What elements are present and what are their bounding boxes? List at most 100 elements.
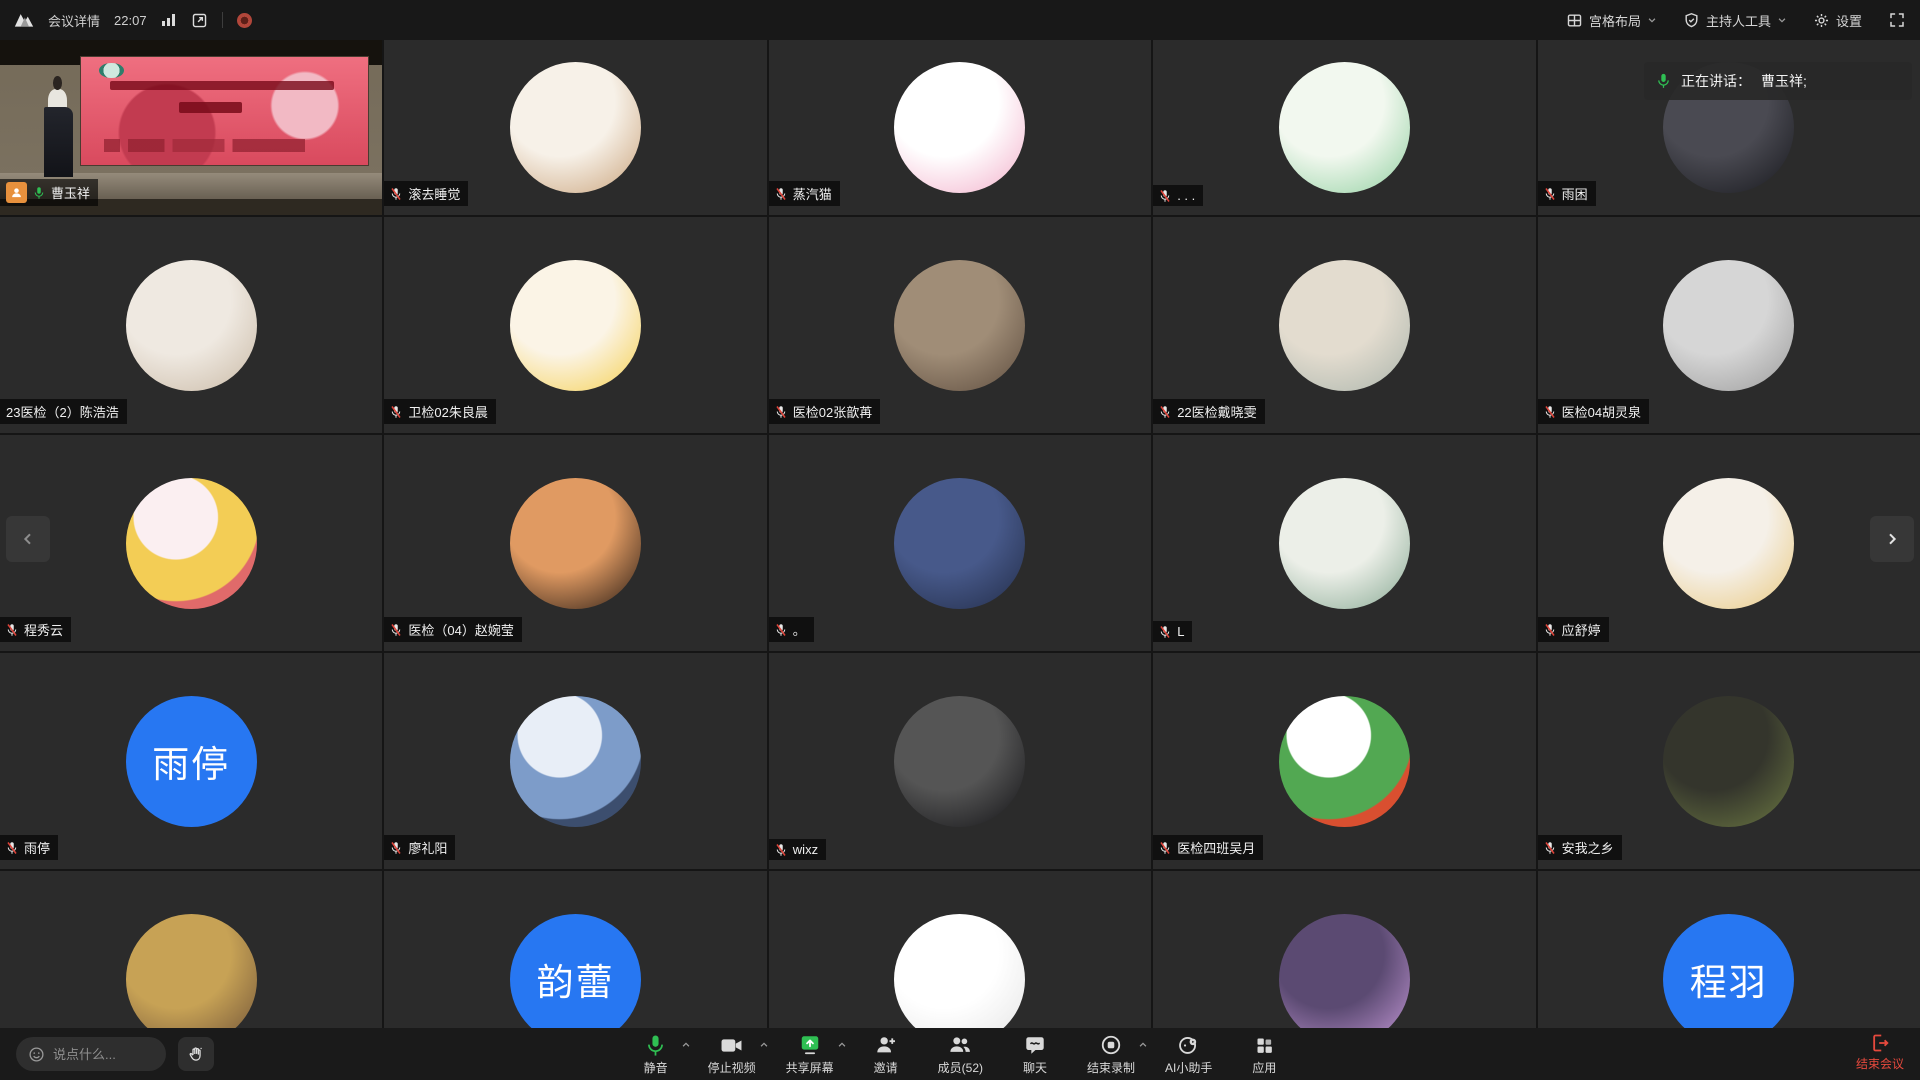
participant-name-tag: 滚去睡觉 xyxy=(384,181,468,206)
chat-icon xyxy=(1024,1034,1046,1056)
participant-tile[interactable]: 。 xyxy=(769,435,1151,651)
toolbar-iconwrap xyxy=(948,1033,972,1057)
gear-icon xyxy=(1813,12,1830,29)
participant-tile[interactable]: 曹玉祥 xyxy=(0,40,382,215)
toolbar-label: 停止视频 xyxy=(708,1059,756,1076)
participant-tile[interactable]: wixz xyxy=(769,653,1151,869)
recording-indicator xyxy=(237,13,252,28)
participant-name: 应舒婷 xyxy=(1562,620,1601,639)
toolbar-ai-assistant-button[interactable]: AI小助手 xyxy=(1165,1033,1212,1076)
chevron-up-icon[interactable] xyxy=(681,1040,691,1050)
quick-chat-input[interactable] xyxy=(53,1047,149,1062)
participant-name: . . . xyxy=(1177,188,1195,203)
chevron-up-icon[interactable] xyxy=(837,1040,847,1050)
toolbar-actions: 静音停止视频 共享屏幕邀请 成员(52) 聊天结束录制 AI小助手应用 xyxy=(634,1028,1287,1080)
participant-tile[interactable]: 雨停雨停 xyxy=(0,653,382,869)
camera-icon xyxy=(720,1036,743,1055)
meeting-details-link[interactable]: 会议详情 xyxy=(48,11,100,30)
participant-avatar xyxy=(1663,696,1794,827)
participant-avatar xyxy=(894,62,1025,193)
toolbar-share-screen-button[interactable]: 共享屏幕 xyxy=(786,1033,834,1076)
school-logo xyxy=(99,63,125,78)
fullscreen-icon[interactable] xyxy=(1888,11,1906,29)
participant-avatar xyxy=(1279,696,1410,827)
participant-name-tag: 医检（04）赵婉莹 xyxy=(384,617,521,642)
mic-muted-icon xyxy=(775,843,787,857)
toolbar-mute-button[interactable]: 静音 xyxy=(634,1033,678,1076)
mic-muted-icon xyxy=(6,841,18,855)
mic-muted-icon xyxy=(775,405,787,419)
mic-muted-icon xyxy=(1159,841,1171,855)
participant-avatar xyxy=(1279,914,1410,1045)
toolbar-stop-video-button[interactable]: 停止视频 xyxy=(708,1033,756,1076)
participant-name: 滚去睡觉 xyxy=(408,184,460,203)
chevron-up-icon[interactable] xyxy=(1138,1040,1148,1050)
invite-icon xyxy=(875,1034,897,1056)
emoji-icon[interactable] xyxy=(28,1046,45,1063)
participant-tile[interactable]: 22医检戴晓雯 xyxy=(1153,217,1535,433)
toolbar-label: 结束录制 xyxy=(1087,1059,1135,1076)
participant-tile[interactable]: 医检（04）赵婉莹 xyxy=(384,435,766,651)
settings-menu[interactable]: 设置 xyxy=(1813,11,1862,30)
participant-tile[interactable]: 滚去睡觉 xyxy=(384,40,766,215)
mic-muted-icon xyxy=(1544,405,1556,419)
participant-name: 医检02张歆苒 xyxy=(793,402,872,421)
toolbar-iconwrap xyxy=(1254,1033,1275,1057)
mic-muted-icon xyxy=(1159,405,1171,419)
toolbar-apps-button[interactable]: 应用 xyxy=(1242,1033,1286,1076)
mic-muted-icon xyxy=(775,187,787,201)
toolbar-chat-button[interactable]: 聊天 xyxy=(1013,1033,1057,1076)
end-meeting-button[interactable]: 结束会议 xyxy=(1856,1033,1904,1072)
settings-label: 设置 xyxy=(1836,11,1862,30)
raise-hand-icon xyxy=(187,1045,205,1063)
participant-avatar xyxy=(1663,478,1794,609)
toolbar-label: 邀请 xyxy=(874,1059,898,1076)
participant-avatar xyxy=(126,260,257,391)
participant-name-tag: 医检四班吴月 xyxy=(1153,835,1263,860)
bottom-toolbar: 静音停止视频 共享屏幕邀请 成员(52) 聊天结束录制 AI小助手应用 结束会议 xyxy=(0,1028,1920,1080)
participant-grid: 曹玉祥滚去睡觉 蒸汽猫 . . . 雨困 23医检（2）陈浩浩 卫检02朱良晨 医检02张歆… xyxy=(0,40,1920,1080)
participant-tile[interactable]: 医检02张歆苒 xyxy=(769,217,1151,433)
participant-tile[interactable]: 医检04胡灵泉 xyxy=(1538,217,1920,433)
participant-tile[interactable]: 卫检02朱良晨 xyxy=(384,217,766,433)
mic-muted-icon xyxy=(1544,623,1556,637)
participant-tile[interactable]: 廖礼阳 xyxy=(384,653,766,869)
quick-chat-box[interactable] xyxy=(16,1037,166,1071)
raise-hand-button[interactable] xyxy=(178,1037,214,1071)
participant-tile[interactable]: 应舒婷 xyxy=(1538,435,1920,651)
participant-name-tag: 安我之乡 xyxy=(1538,835,1622,860)
participant-name-tag: 雨困 xyxy=(1538,181,1596,206)
previous-page-button[interactable] xyxy=(6,516,50,562)
signal-strength-icon xyxy=(161,13,177,27)
participant-tile[interactable]: 23医检（2）陈浩浩 xyxy=(0,217,382,433)
participant-tile[interactable]: 程秀云 xyxy=(0,435,382,651)
participant-name: 22医检戴晓雯 xyxy=(1177,402,1256,421)
participant-name: 廖礼阳 xyxy=(408,838,447,857)
popout-window-icon[interactable] xyxy=(191,12,208,29)
layout-menu[interactable]: 宫格布局 xyxy=(1566,11,1657,30)
participant-tile[interactable]: 安我之乡 xyxy=(1538,653,1920,869)
participant-avatar xyxy=(510,62,641,193)
mic-muted-icon xyxy=(390,841,402,855)
next-page-button[interactable] xyxy=(1870,516,1914,562)
participant-tile[interactable]: 医检四班吴月 xyxy=(1153,653,1535,869)
toolbar-invite-button[interactable]: 邀请 xyxy=(864,1033,908,1076)
members-icon xyxy=(948,1034,972,1056)
chevron-up-icon[interactable] xyxy=(759,1040,769,1050)
host-tools-menu[interactable]: 主持人工具 xyxy=(1683,11,1787,30)
participant-name-tag: 廖礼阳 xyxy=(384,835,455,860)
toolbar-members-button[interactable]: 成员(52) xyxy=(938,1033,983,1076)
participant-tile[interactable]: 蒸汽猫 xyxy=(769,40,1151,215)
participant-tile[interactable]: . . . xyxy=(1153,40,1535,215)
participant-name-tag: . . . xyxy=(1153,185,1203,206)
mic-muted-icon xyxy=(1544,841,1556,855)
participant-avatar xyxy=(510,478,641,609)
chevron-down-icon xyxy=(1777,15,1787,25)
participant-tile[interactable]: L xyxy=(1153,435,1535,651)
participant-name-tag: 卫检02朱良晨 xyxy=(384,399,495,424)
mic-icon xyxy=(645,1034,666,1057)
participant-name-tag: L xyxy=(1153,621,1192,642)
participant-name: 23医检（2）陈浩浩 xyxy=(6,402,119,421)
participant-avatar: 雨停 xyxy=(126,696,257,827)
toolbar-stop-record-button[interactable]: 结束录制 xyxy=(1087,1033,1135,1076)
